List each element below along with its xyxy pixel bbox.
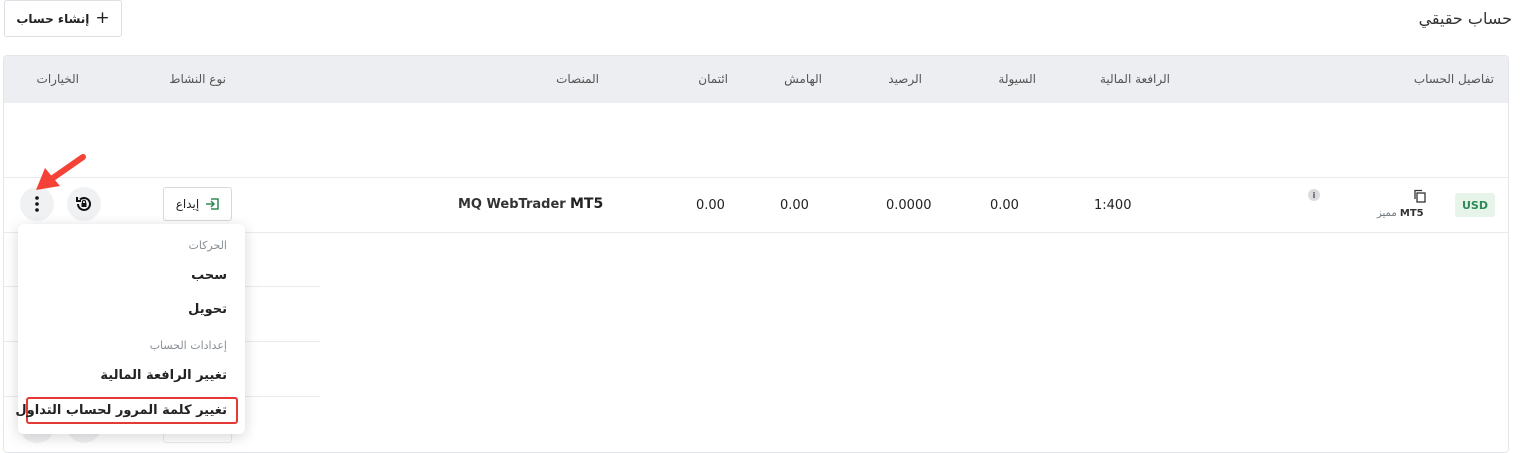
copy-icon[interactable] — [1412, 188, 1428, 204]
row-divider — [247, 286, 320, 287]
platform-webtrader[interactable]: MQ WebTrader — [458, 197, 566, 212]
credit-value: 0.00 — [696, 198, 725, 213]
account-platform-badge: MT5 — [1399, 208, 1424, 219]
col-balance: الرصيد — [888, 72, 922, 86]
account-type-label: مميز MT5 — [1377, 208, 1424, 219]
col-platforms: المنصات — [556, 72, 599, 86]
dropdown-group-transactions: الحركات — [188, 239, 227, 252]
leverage-value: 1:400 — [1094, 198, 1132, 213]
menu-item-change-password[interactable]: تغيير كلمة المرور لحساب التداول — [15, 403, 227, 418]
liquidity-value: 0.00 — [990, 198, 1019, 213]
col-credit: ائتمان — [698, 72, 728, 86]
col-account-details: تفاصيل الحساب — [1413, 72, 1494, 86]
login-arrow-icon — [206, 198, 219, 210]
plus-icon: + — [95, 8, 110, 28]
col-margin: الهامش — [784, 72, 822, 86]
red-arrow-icon — [36, 154, 86, 190]
account-type-text: مميز — [1377, 208, 1397, 219]
kebab-menu-icon — [35, 196, 39, 212]
row-divider — [4, 177, 1508, 178]
menu-item-withdraw[interactable]: سحب — [191, 268, 227, 283]
margin-value: 0.00 — [780, 198, 809, 213]
reset-lock-icon — [76, 196, 91, 211]
create-account-button[interactable]: إنشاء حساب + — [4, 0, 122, 37]
col-options: الخيارات — [36, 72, 79, 86]
menu-item-change-leverage[interactable]: تغيير الرافعة المالية — [100, 368, 227, 383]
balance-value: 0.0000 — [886, 198, 932, 213]
col-leverage: الرافعة المالية — [1099, 72, 1170, 86]
row-divider — [247, 341, 320, 342]
deposit-label: إيداع — [175, 197, 200, 211]
menu-item-transfer[interactable]: تحويل — [188, 302, 227, 317]
table-header: تفاصيل الحساب الرافعة المالية السيولة ال… — [4, 56, 1508, 103]
currency-badge: USD — [1455, 193, 1495, 217]
options-dropdown: الحركات سحب تحويل إعدادات الحساب تغيير ا… — [15, 224, 245, 434]
col-liquidity: السيولة — [998, 72, 1036, 86]
col-activity-type: نوع النشاط — [169, 72, 226, 86]
info-icon[interactable]: i — [1308, 189, 1320, 201]
page-title: حساب حقيقي — [1418, 9, 1512, 28]
create-account-label: إنشاء حساب — [16, 11, 90, 26]
deposit-button[interactable]: إيداع — [163, 187, 232, 221]
dropdown-group-account-settings: إعدادات الحساب — [149, 339, 227, 352]
platform-mt5[interactable]: MT5 — [570, 196, 603, 212]
row-divider — [247, 396, 320, 397]
